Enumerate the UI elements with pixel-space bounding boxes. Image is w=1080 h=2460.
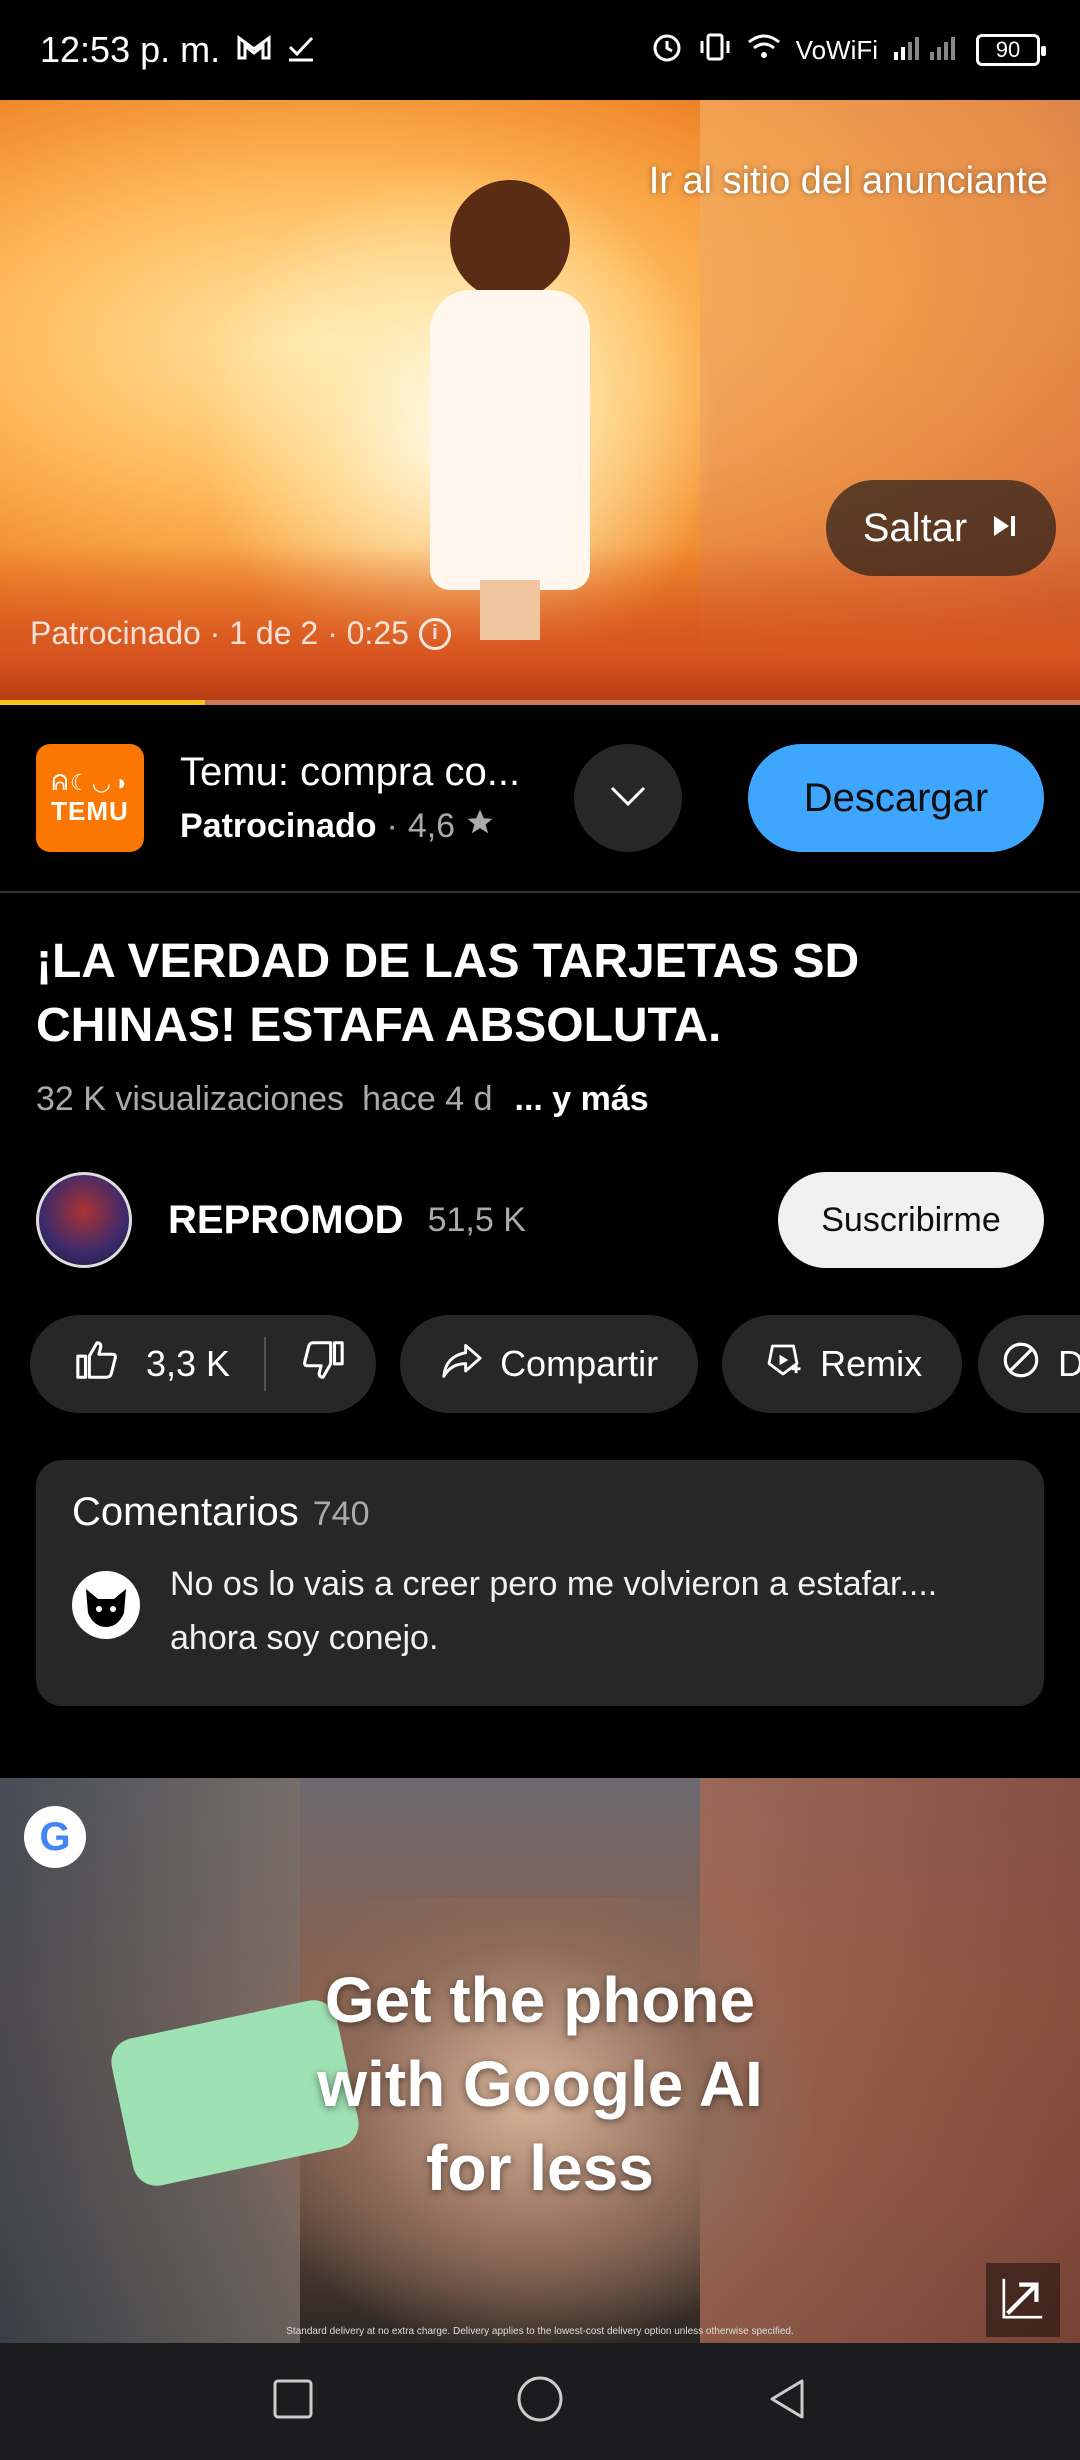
share-icon <box>440 1340 484 1389</box>
video-title[interactable]: ¡LA VERDAD DE LAS TARJETAS SD CHINAS! ES… <box>36 930 1046 1058</box>
google-logo-icon: G <box>24 1806 86 1868</box>
figure-head <box>450 180 570 300</box>
scene-figure <box>420 180 600 640</box>
open-external-button[interactable] <box>986 2263 1060 2337</box>
block-icon <box>1000 1339 1042 1390</box>
dislike-button[interactable] <box>300 1337 346 1392</box>
sponsored-label: Patrocinado <box>180 807 377 845</box>
ad-headline-line: for less <box>426 2132 654 2204</box>
expand-ad-button[interactable] <box>574 744 682 852</box>
ad-card[interactable]: ᕱ☾◡◑ TEMU Temu: compra co... Patrocinado… <box>0 705 1080 893</box>
comments-card[interactable]: Comentarios 740 No os lo vais a creer pe… <box>36 1460 1044 1706</box>
download-button[interactable]: Descargar <box>748 744 1044 852</box>
thumbs-down-icon <box>300 1340 346 1391</box>
network-label: VoWiFi <box>795 34 878 65</box>
alarm-icon <box>650 30 684 71</box>
commenter-avatar <box>72 1571 140 1639</box>
ad-info-text: Patrocinado · 1 de 2 · 0:25 <box>30 615 409 651</box>
system-nav-bar <box>0 2343 1080 2460</box>
figure-legs <box>480 580 540 640</box>
share-label: Compartir <box>500 1343 659 1384</box>
comments-title: Comentarios <box>72 1490 299 1534</box>
ad-rating: 4,6 <box>407 807 456 845</box>
home-button[interactable] <box>510 2372 570 2432</box>
top-comment: No os lo vais a creer pero me volvieron … <box>72 1557 1008 1665</box>
ad-subline: Patrocinado · 4,6 <box>180 807 550 846</box>
triangle-back-icon <box>764 2376 810 2427</box>
comments-header: Comentarios 740 <box>72 1490 1008 1535</box>
top-comment-text: No os lo vais a creer pero me volvieron … <box>170 1565 938 1657</box>
more-action-button[interactable]: D <box>978 1315 1080 1413</box>
ad-text[interactable]: Temu: compra co... Patrocinado · 4,6 <box>180 750 550 846</box>
ad-disclaimer: Standard delivery at no extra charge. De… <box>286 2326 794 2337</box>
like-dislike-group: 3,3 K <box>30 1315 377 1413</box>
action-bar: 3,3 K Compartir Remix <box>30 1315 963 1413</box>
circle-icon <box>515 2374 565 2429</box>
remix-icon <box>762 1339 804 1390</box>
status-right: VoWiFi 90 <box>650 30 1046 71</box>
info-icon[interactable]: i <box>418 617 451 650</box>
comments-count: 740 <box>312 1495 370 1533</box>
more-action-label: D <box>1058 1343 1080 1384</box>
show-more-link[interactable]: ... y más <box>515 1080 649 1119</box>
chip-divider <box>264 1337 267 1391</box>
notification-icons <box>236 33 316 68</box>
recents-button[interactable] <box>263 2372 323 2432</box>
subscribe-button[interactable]: Suscribirme <box>778 1172 1044 1268</box>
battery-icon: 90 <box>976 34 1046 66</box>
star-icon <box>465 807 495 846</box>
google-ad-banner[interactable]: G Get the phone with Google AI for less … <box>0 1778 1080 2343</box>
open-external-icon <box>1000 2275 1046 2326</box>
gmail-icon <box>236 34 272 67</box>
thumbs-up-icon <box>74 1337 120 1392</box>
skip-label: Saltar <box>862 505 968 550</box>
separator: · <box>386 807 398 845</box>
ad-headline-line: Get the phone <box>324 1964 756 2036</box>
ad-title: Temu: compra co... <box>180 750 521 794</box>
view-count: 32 K visualizaciones <box>36 1080 345 1118</box>
skip-ad-button[interactable]: Saltar <box>826 480 1056 576</box>
like-count: 3,3 K <box>146 1343 231 1384</box>
like-button[interactable]: 3,3 K <box>74 1337 230 1392</box>
upload-age: hace 4 d <box>362 1080 493 1118</box>
ad-headline: Get the phone with Google AI for less <box>0 1958 1080 2210</box>
figure-dress <box>430 290 590 590</box>
download-done-icon <box>286 33 316 68</box>
channel-row: REPROMOD 51,5 K Suscribirme <box>36 1170 1044 1270</box>
channel-name[interactable]: REPROMOD <box>168 1198 404 1243</box>
square-icon <box>271 2377 315 2426</box>
status-time: 12:53 p. m. <box>40 29 221 70</box>
remix-button[interactable]: Remix <box>722 1315 963 1413</box>
temu-logo-glyphs: ᕱ☾◡◑ <box>51 769 129 795</box>
video-player[interactable]: Ir al sitio del anunciante Saltar Patroc… <box>0 100 1080 705</box>
subscriber-count: 51,5 K <box>427 1200 526 1239</box>
wifi-icon <box>746 32 782 69</box>
share-button[interactable]: Compartir <box>400 1315 699 1413</box>
chevron-down-icon <box>608 784 648 813</box>
advertiser-link[interactable]: Ir al sitio del anunciante <box>649 160 1048 203</box>
ad-info: Patrocinado · 1 de 2 · 0:25 i <box>30 615 451 652</box>
skip-next-icon <box>989 506 1019 551</box>
video-meta[interactable]: 32 K visualizaciones hace 4 d ... y más <box>36 1080 649 1119</box>
vibrate-icon <box>698 30 732 71</box>
ad-headline-line: with Google AI <box>317 2048 763 2120</box>
back-button[interactable] <box>757 2372 817 2432</box>
status-bar: 12:53 p. m. VoWiFi 90 <box>0 0 1080 100</box>
channel-avatar[interactable] <box>36 1172 132 1268</box>
temu-logo[interactable]: ᕱ☾◡◑ TEMU <box>36 744 144 852</box>
remix-label: Remix <box>820 1343 923 1384</box>
battery-level: 90 <box>995 37 1021 62</box>
signal-icon <box>892 32 962 69</box>
temu-logo-word: TEMU <box>51 795 129 826</box>
action-chip-partial-clip: D <box>978 1315 1080 1413</box>
